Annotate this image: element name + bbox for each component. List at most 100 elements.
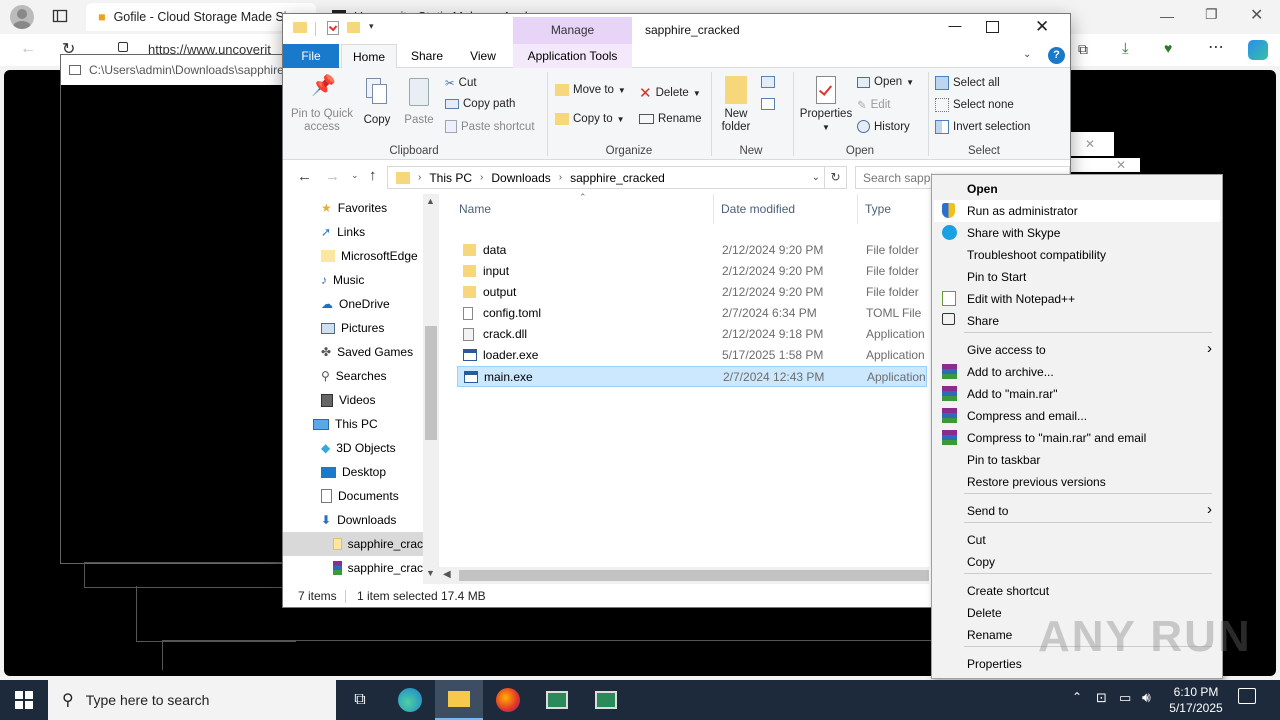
paste-shortcut-button[interactable]: Paste shortcut xyxy=(445,120,535,133)
file-row[interactable]: output 2/12/2024 9:20 PM File folder xyxy=(457,282,927,303)
taskbar-app-window[interactable] xyxy=(582,680,630,720)
address-box[interactable]: › This PC › Downloads › sapphire_cracked… xyxy=(387,166,825,189)
menu-item-share[interactable]: Share xyxy=(934,310,1220,332)
up-icon[interactable]: ↑ xyxy=(369,167,377,184)
minimize-icon[interactable]: — xyxy=(932,18,978,42)
delete-button[interactable]: ✕ Delete ▼ xyxy=(639,84,701,102)
task-view-button[interactable]: ⧉ xyxy=(336,680,384,720)
easy-access-icon[interactable] xyxy=(761,98,775,110)
pin-quick-access-button[interactable]: 📌 Pin to Quick access xyxy=(289,76,355,134)
menu-item-share-with-skype[interactable]: Share with Skype xyxy=(934,222,1220,244)
refresh-icon[interactable]: ↻ xyxy=(825,166,847,189)
nav-item-links[interactable]: ➚ Links xyxy=(321,220,365,244)
select-all-button[interactable]: Select all xyxy=(935,76,1000,90)
breadcrumb-this-pc[interactable]: This PC xyxy=(429,171,472,185)
select-none-button[interactable]: Select none xyxy=(935,98,1014,112)
copy-path-button[interactable]: Copy path xyxy=(445,98,515,110)
nav-item-microsoftedge[interactable]: MicrosoftEdge xyxy=(321,244,418,268)
taskbar-app-window[interactable] xyxy=(533,680,581,720)
nav-item-videos[interactable]: Videos xyxy=(321,388,375,412)
menu-item-pin-to-taskbar[interactable]: Pin to taskbar xyxy=(934,449,1220,471)
ribbon-collapse-icon[interactable]: ⌄ xyxy=(1023,49,1031,60)
column-header-name[interactable]: Name xyxy=(459,202,491,216)
file-row[interactable]: loader.exe 5/17/2025 1:58 PM Application xyxy=(457,345,927,366)
new-folder-button[interactable]: New folder xyxy=(717,76,755,134)
horizontal-scrollbar[interactable]: ◀ xyxy=(439,567,929,584)
invert-selection-button[interactable]: Invert selection xyxy=(935,120,1030,134)
edit-button[interactable]: ✎ Edit xyxy=(857,98,890,112)
nav-item-this-pc[interactable]: This PC xyxy=(313,412,378,436)
file-row[interactable]: config.toml 2/7/2024 6:34 PM TOML File xyxy=(457,303,927,324)
menu-item-compress-and-email[interactable]: Compress and email... xyxy=(934,405,1220,427)
properties-button[interactable]: Properties ▼ xyxy=(799,76,853,134)
menu-item-add-to-archive[interactable]: Add to archive... xyxy=(934,361,1220,383)
menu-item-open[interactable]: Open xyxy=(934,178,1220,200)
recent-locations-icon[interactable]: ⌄ xyxy=(351,170,359,181)
scroll-thumb[interactable] xyxy=(425,326,437,440)
paste-button[interactable]: Paste xyxy=(401,78,437,127)
new-item-icon[interactable] xyxy=(761,76,775,88)
nav-item-music[interactable]: ♪ Music xyxy=(321,268,364,292)
nav-item-sapphire-archive[interactable]: sapphire_crac xyxy=(333,556,423,580)
file-row[interactable]: crack.dll 2/12/2024 9:18 PM Application xyxy=(457,324,927,345)
clock[interactable]: 6:10 PM 5/17/2025 xyxy=(1166,684,1226,716)
copy-button[interactable]: Copy xyxy=(359,78,395,127)
menu-item-restore-previous-versions[interactable]: Restore previous versions xyxy=(934,471,1220,493)
forward-icon[interactable]: → xyxy=(325,168,340,185)
back-icon[interactable]: ← xyxy=(297,168,312,185)
menu-item-run-as-administrator[interactable]: Run as administrator xyxy=(934,200,1220,222)
tab-share[interactable]: Share xyxy=(401,44,453,68)
nav-item-onedrive[interactable]: ☁ OneDrive xyxy=(321,292,390,316)
tab-view[interactable]: View xyxy=(457,44,509,68)
file-row[interactable]: input 2/12/2024 9:20 PM File folder xyxy=(457,261,927,282)
tab-home[interactable]: Home xyxy=(341,44,397,69)
volume-icon[interactable]: 🔊︎ xyxy=(1142,689,1151,706)
menu-item-troubleshoot-compatibility[interactable]: Troubleshoot compatibility xyxy=(934,244,1220,266)
copilot-icon[interactable] xyxy=(1248,40,1268,60)
nav-scrollbar[interactable]: ▲ ▼ xyxy=(423,194,439,584)
menu-item-copy[interactable]: Copy xyxy=(934,551,1220,573)
nav-item-favorites[interactable]: ★ Favorites xyxy=(321,196,387,220)
new-folder-quick-icon[interactable] xyxy=(347,22,360,33)
menu-item-send-to[interactable]: Send to › xyxy=(934,500,1220,522)
taskbar-search-box[interactable]: ⚲ Type here to search xyxy=(48,680,336,720)
menu-item-add-to-main-rar[interactable]: Add to "main.rar" xyxy=(934,383,1220,405)
file-row[interactable]: data 2/12/2024 9:20 PM File folder xyxy=(457,240,927,261)
start-button[interactable] xyxy=(0,680,48,720)
performance-icon[interactable]: ♥ xyxy=(1164,40,1172,56)
nav-item-searches[interactable]: ⚲ Searches xyxy=(321,364,387,388)
download-icon[interactable]: ⤓ xyxy=(1122,40,1129,57)
collections-icon[interactable]: ⧉ xyxy=(1078,41,1088,58)
nav-item-documents[interactable]: Documents xyxy=(321,484,399,508)
help-icon[interactable]: ? xyxy=(1048,47,1065,64)
maximize-icon[interactable] xyxy=(986,21,999,33)
column-header-type[interactable]: Type xyxy=(865,202,891,216)
nav-item-pictures[interactable]: Pictures xyxy=(321,316,384,340)
restore-icon[interactable]: ❐ xyxy=(1205,6,1218,23)
menu-item-give-access-to[interactable]: Give access to › xyxy=(934,339,1220,361)
cut-button[interactable]: ✂ Cut xyxy=(445,76,477,90)
taskbar-file-explorer[interactable] xyxy=(435,680,483,720)
back-icon[interactable]: ← xyxy=(20,40,36,58)
nav-item-saved-games[interactable]: ✤ Saved Games xyxy=(321,340,413,364)
network-icon[interactable]: ⊡ xyxy=(1096,690,1107,706)
nav-item-downloads[interactable]: ⬇ Downloads xyxy=(321,508,396,532)
chevron-down-icon[interactable]: ⌄ xyxy=(812,172,820,183)
taskbar-edge[interactable] xyxy=(386,680,434,720)
taskbar-firefox[interactable] xyxy=(484,680,532,720)
close-icon[interactable]: ✕ xyxy=(1035,17,1049,37)
move-to-button[interactable]: Move to ▼ xyxy=(555,84,626,96)
tab-actions-icon[interactable] xyxy=(52,8,68,24)
menu-item-edit-with-notepad[interactable]: Edit with Notepad++ xyxy=(934,288,1220,310)
tab-file[interactable]: File xyxy=(283,44,339,68)
column-header-date[interactable]: Date modified xyxy=(721,202,795,216)
customize-qat-icon[interactable]: ▾ xyxy=(369,21,374,32)
menu-icon[interactable]: ⋯ xyxy=(1208,37,1224,57)
menu-item-cut[interactable]: Cut xyxy=(934,529,1220,551)
menu-item-create-shortcut[interactable]: Create shortcut xyxy=(934,580,1220,602)
tab-application-tools[interactable]: Application Tools xyxy=(513,44,632,68)
breadcrumb-downloads[interactable]: Downloads xyxy=(491,171,550,185)
scroll-up-icon[interactable]: ▲ xyxy=(426,196,435,206)
open-button[interactable]: Open ▼ xyxy=(857,76,914,88)
nav-item-3d-objects[interactable]: ◆ 3D Objects xyxy=(321,436,396,460)
